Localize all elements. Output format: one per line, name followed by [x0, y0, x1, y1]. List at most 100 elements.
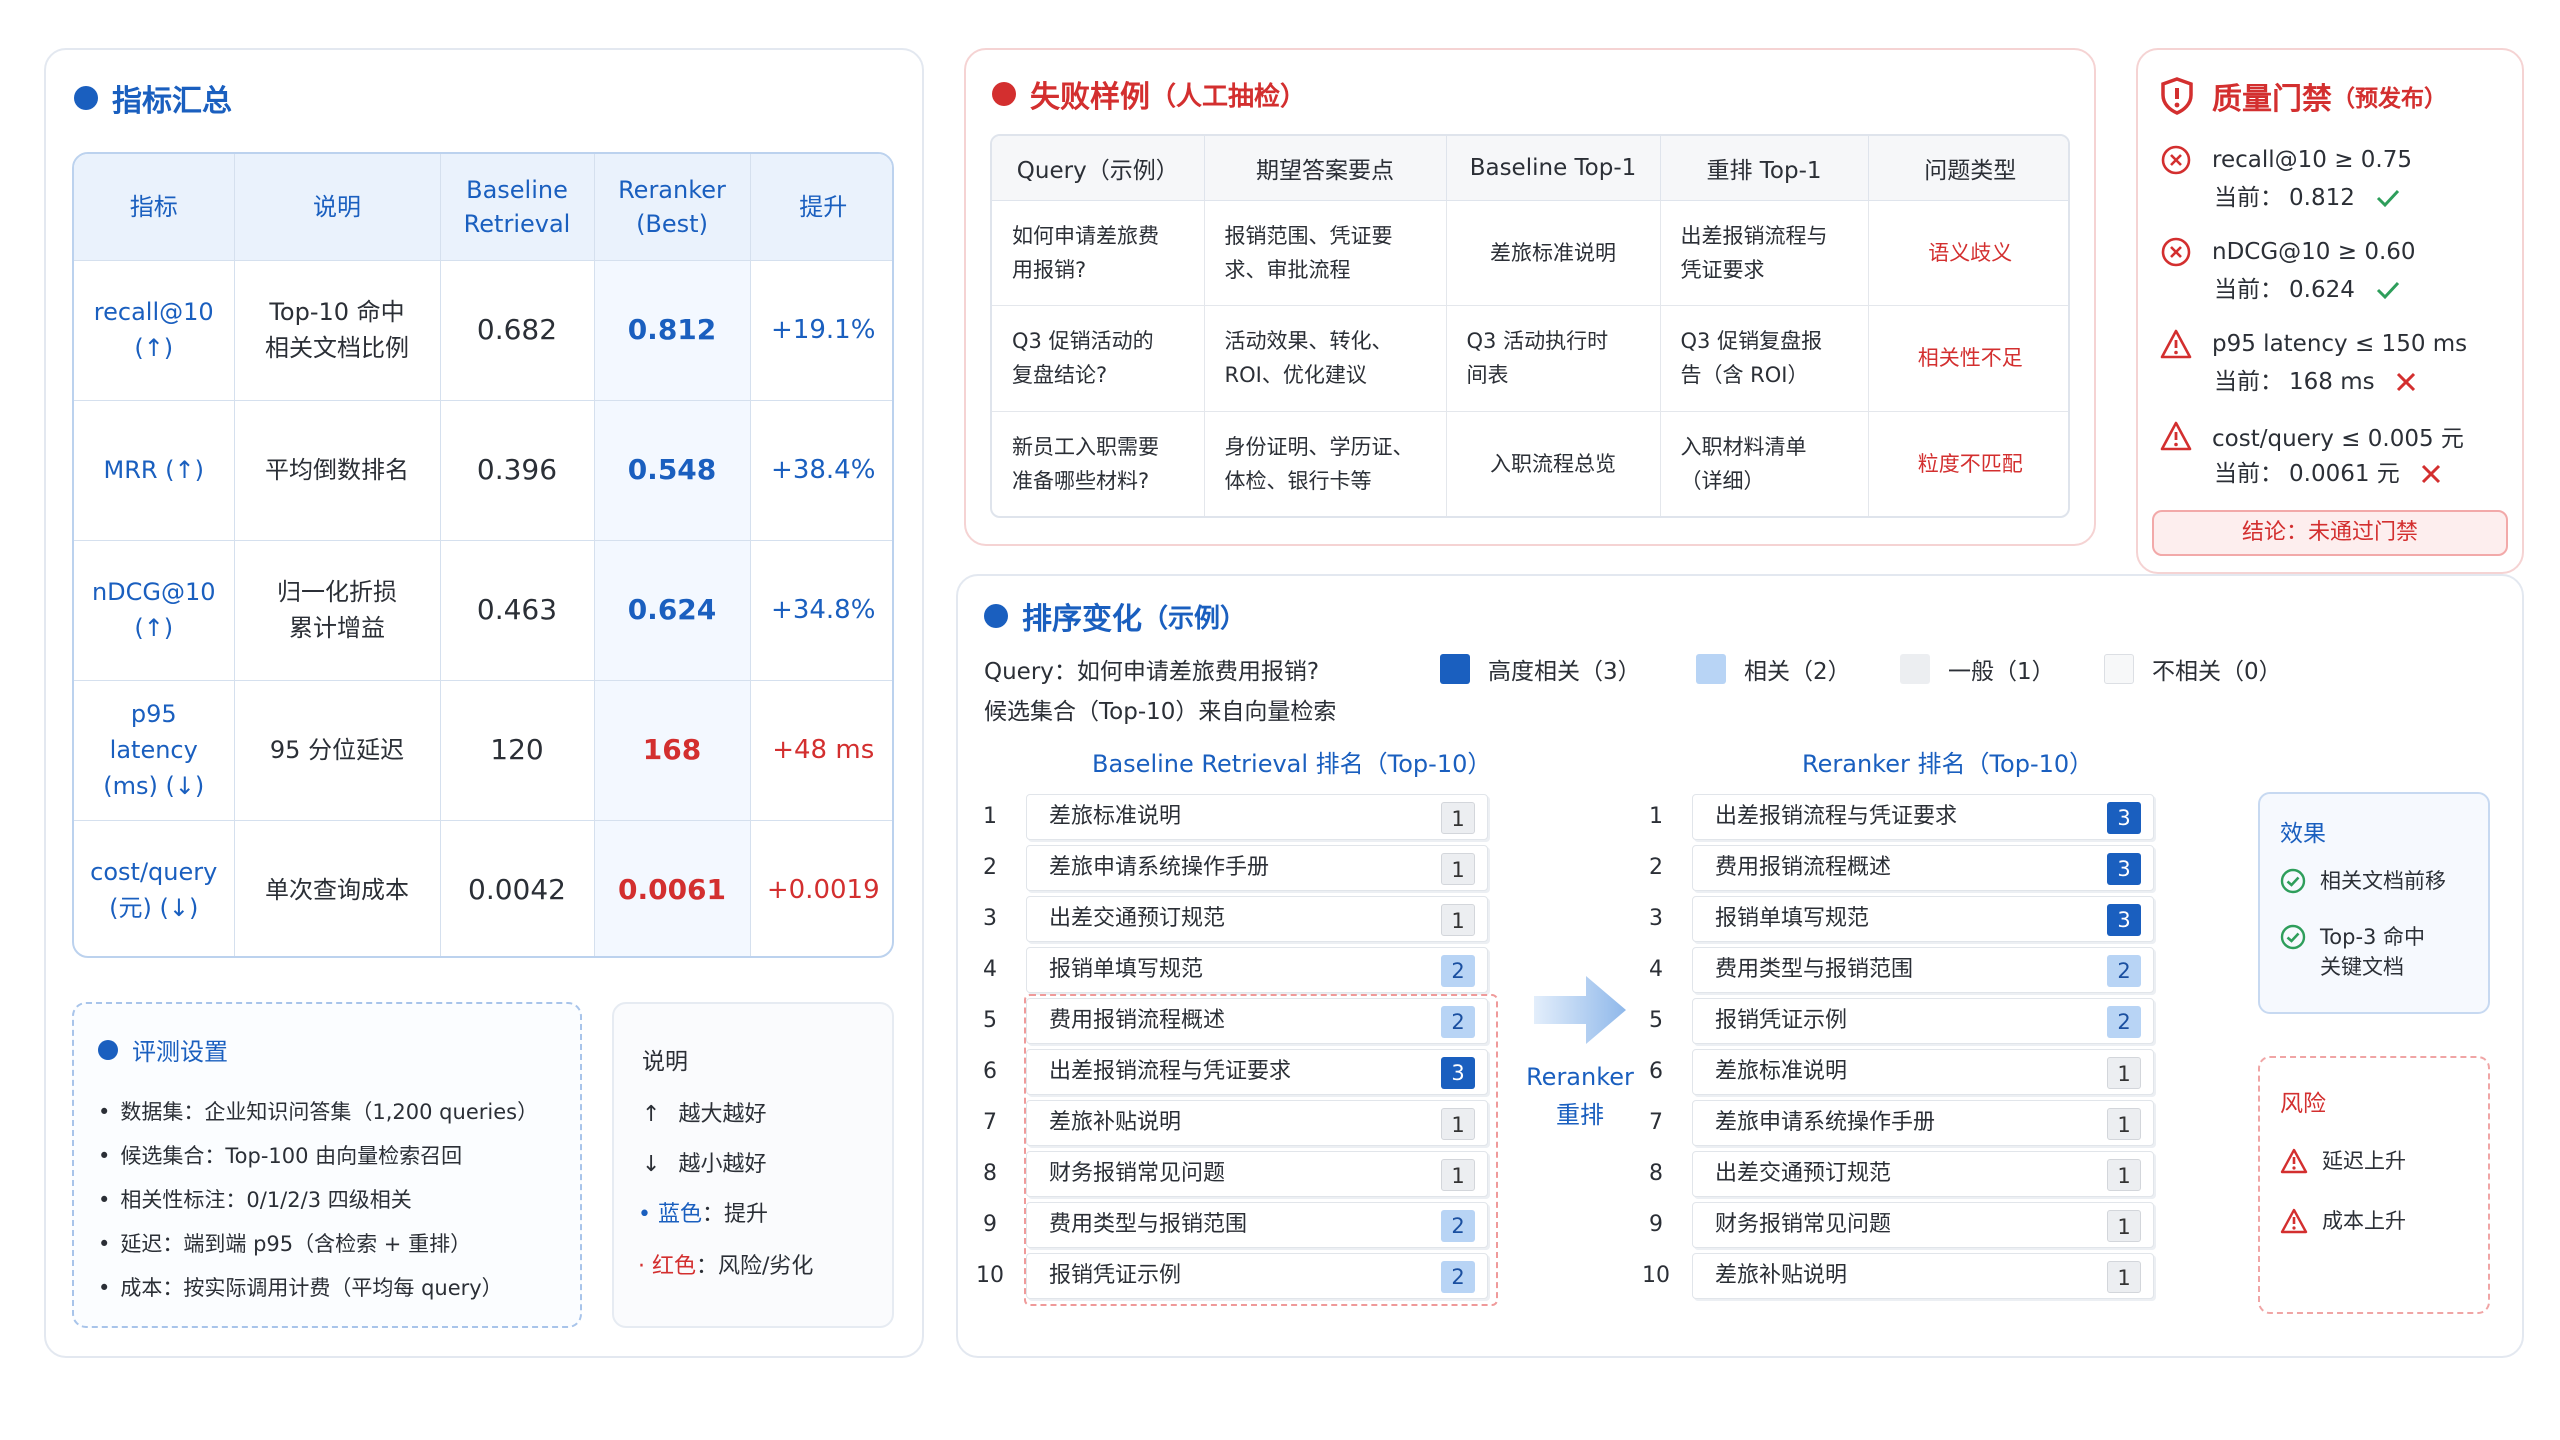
- gain-value-cell: +0.0019: [750, 820, 892, 956]
- failures-title-text: 失败样例: [1030, 80, 1150, 115]
- failure-query-cell: 如何申请差旅费用报销?: [992, 200, 1205, 307]
- metric-name-cell-text: recall@10 (↑): [93, 298, 214, 362]
- failure-issue-text: 粒度不匹配: [1917, 451, 2023, 476]
- effect-item: Top-3 命中 关键文档: [2280, 922, 2440, 982]
- reranker-rank-number: 4: [1649, 957, 1663, 982]
- gain-value-cell: +38.4%: [750, 400, 892, 541]
- gate-current: 当前： 0.0061 元: [2160, 454, 2464, 494]
- relevance-score-badge: 1: [1441, 904, 1475, 936]
- rank-doc-title: 差旅标准说明: [1715, 1059, 1848, 1084]
- failure-expected-cell: 身份证明、学历证、体检、银行卡等: [1204, 411, 1447, 516]
- reranker-rank-item: 出差报销流程与凭证要求 3: [1692, 794, 2154, 840]
- gate-criterion: p95 latency ≤ 150 ms: [2160, 326, 2467, 362]
- reranker-rank-item: 报销单填写规范 3: [1692, 896, 2154, 942]
- rerank-arrow-label-1: Reranker: [1526, 1063, 1634, 1091]
- failures-header-row: Query（示例） 期望答案要点 Baseline Top-1 重排 Top-1…: [992, 136, 2068, 201]
- gate-current-label: 当前：: [2214, 277, 2283, 303]
- reranker-rank-item: 费用类型与报销范围 2: [1692, 947, 2154, 993]
- failure-query-cell: Q3 促销活动的复盘结论?: [992, 305, 1205, 412]
- failures-title: 失败样例 （人工抽检）: [992, 72, 1306, 116]
- reranker-rank-number: 8: [1649, 1161, 1663, 1186]
- relevance-score-badge: 3: [2107, 853, 2141, 885]
- reranker-value-cell: 0.812: [594, 260, 751, 401]
- baseline-value-cell: 0.463: [440, 540, 595, 681]
- risk-item: 延迟上升: [2280, 1146, 2406, 1176]
- gate-current-value: 0.0061 元: [2289, 461, 2400, 487]
- baseline-value-cell: 0.682: [440, 260, 595, 401]
- rerank-arrow-icon: [1534, 976, 1626, 1044]
- eval-setting-item: 成本：按实际调用计费（平均每 query）: [98, 1266, 538, 1310]
- failure-query-text: 如何申请差旅费用报销?: [1012, 223, 1159, 282]
- failure-row: 新员工入职需要准备哪些材料? 身份证明、学历证、体检、银行卡等 入职流程总览 入职材料…: [992, 411, 2068, 516]
- rank-doc-title: 报销单填写规范: [1715, 906, 1870, 931]
- rerank-arrow-label: Reranker 重排: [1510, 1058, 1650, 1134]
- failure-expected-cell: 报销范围、凭证要求、审批流程: [1204, 200, 1447, 307]
- bullet-dot-icon: [74, 86, 98, 110]
- risk-title: 风险: [2280, 1091, 2326, 1117]
- warning-icon: [2280, 1208, 2308, 1234]
- failure-issue-cell: 语义歧义: [1868, 200, 2068, 307]
- reranker-value-cell-text: 0.812: [627, 313, 717, 346]
- gate-current: 当前： 0.624: [2160, 270, 2416, 310]
- reranker-rank-item: 费用报销流程概述 3: [1692, 845, 2154, 891]
- gate-current-value: 0.624: [2289, 277, 2355, 303]
- metric-desc-cell: 归一化折损 累计增益: [234, 540, 441, 681]
- metric-desc-cell: 单次查询成本: [234, 820, 441, 956]
- failures-table: Query（示例） 期望答案要点 Baseline Top-1 重排 Top-1…: [990, 134, 2070, 518]
- reranker-rank-item: 财务报销常见问题 1: [1692, 1202, 2154, 1248]
- relevance-score-badge: 3: [2107, 802, 2141, 834]
- risk-item-text: 成本上升: [2322, 1209, 2406, 1233]
- failure-baseline-text: 差旅标准说明: [1490, 240, 1616, 265]
- failures-header: Query（示例）: [992, 136, 1205, 201]
- failure-issue-text: 语义歧义: [1928, 240, 2013, 265]
- metric-name-cell: recall@10 (↑): [74, 260, 235, 401]
- swatch-normal-icon: [1900, 654, 1930, 684]
- metrics-header-row: 指标 说明 Baseline Retrieval Reranker (Best)…: [74, 154, 892, 261]
- metrics-row: MRR (↑) 平均倒数排名 0.396 0.548 +38.4%: [74, 400, 892, 541]
- rank-doc-title: 财务报销常见问题: [1715, 1212, 1892, 1237]
- relevance-score-badge: 3: [2107, 904, 2141, 936]
- swatch-irrelevant-icon: [2104, 654, 2134, 684]
- relevance-score-badge: 1: [1441, 802, 1475, 834]
- effect-title: 效果: [2280, 821, 2326, 847]
- reranker-value-cell-text: 0.548: [627, 453, 717, 486]
- failure-row: Q3 促销活动的复盘结论? 活动效果、转化、ROI、优化建议 Q3 活动执行时间表 Q…: [992, 305, 2068, 412]
- relevance-score-badge: 1: [2107, 1159, 2141, 1191]
- failure-rerank-cell: 入职材料清单（详细）: [1660, 411, 1869, 516]
- baseline-value-cell-text: 0.396: [476, 453, 558, 486]
- failure-issue-cell: 粒度不匹配: [1868, 411, 2068, 516]
- legend-down-row: ↓ 越小越好: [642, 1146, 766, 1178]
- reranker-value-cell-text: 0.624: [627, 593, 717, 626]
- arrow-down-icon: ↓: [642, 1152, 661, 1177]
- failure-issue-text: 相关性不足: [1917, 346, 2023, 371]
- metric-desc-cell-text: Top-10 命中 相关文档比例: [265, 298, 409, 362]
- metrics-table: 指标 说明 Baseline Retrieval Reranker (Best)…: [72, 152, 894, 958]
- gain-value-cell: +34.8%: [750, 540, 892, 681]
- relevance-score-badge: 2: [1441, 955, 1475, 987]
- check-icon: [2376, 281, 2399, 300]
- ranking-title-sub: （示例）: [1142, 603, 1247, 634]
- metric-name-cell-text: nDCG@10 (↑): [91, 578, 216, 642]
- metrics-row: recall@10 (↑) Top-10 命中 相关文档比例 0.682 0.812 +…: [74, 260, 892, 401]
- failure-row: 如何申请差旅费用报销? 报销范围、凭证要求、审批流程 差旅标准说明 出差报销流程与凭证…: [992, 200, 2068, 307]
- effect-item-text: 相关文档前移: [2320, 869, 2446, 893]
- gate-criterion-text: p95 latency ≤ 150 ms: [2212, 331, 2468, 357]
- legend-box: 说明 ↑ 越大越好 ↓ 越小越好 • 蓝色：提升 · 红色：风险/劣化: [612, 1002, 894, 1328]
- bullet-blue-icon: •: [638, 1202, 658, 1227]
- cross-icon: [2396, 372, 2415, 392]
- gate-item: p95 latency ≤ 150 ms 当前： 168 ms: [2160, 326, 2467, 402]
- rank-doc-title: 差旅标准说明: [1049, 804, 1182, 829]
- baseline-rank-number: 6: [983, 1059, 997, 1084]
- ranking-query: Query：如何申请差旅费用报销?: [984, 659, 1320, 685]
- metric-desc-cell: 平均倒数排名: [234, 400, 441, 541]
- metrics-header: 说明: [234, 154, 441, 261]
- gate-current: 当前： 0.812: [2160, 178, 2412, 218]
- effect-item: 相关文档前移: [2280, 866, 2446, 896]
- failures-header: 重排 Top-1: [1660, 136, 1869, 201]
- risk-item: 成本上升: [2280, 1206, 2406, 1236]
- legend-label: 相关（2）: [1744, 659, 1851, 685]
- relevance-legend-0: 不相关（0）: [2104, 652, 2282, 686]
- legend-red-text: ：风险/劣化: [696, 1254, 814, 1279]
- gain-value-cell-text: +34.8%: [771, 595, 876, 625]
- baseline-rank-number: 3: [983, 906, 997, 931]
